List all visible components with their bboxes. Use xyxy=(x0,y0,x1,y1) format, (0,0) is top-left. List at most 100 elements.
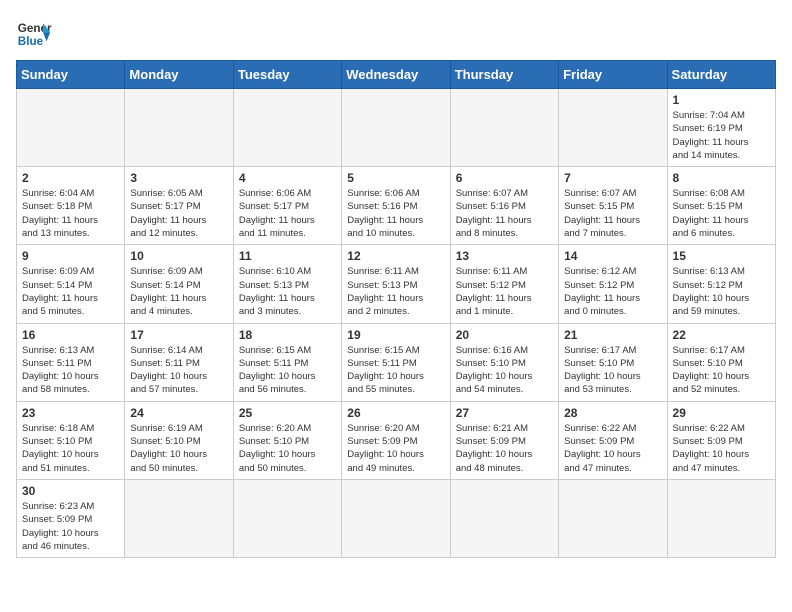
day-number: 8 xyxy=(673,171,770,185)
calendar-cell: 2 Sunrise: 6:04 AM Sunset: 5:18 PM Daylig… xyxy=(17,167,125,245)
week-row-3: 9 Sunrise: 6:09 AM Sunset: 5:14 PM Daylig… xyxy=(17,245,776,323)
calendar-cell xyxy=(342,479,450,557)
day-number: 20 xyxy=(456,328,553,342)
calendar-cell xyxy=(559,479,667,557)
day-header-tuesday: Tuesday xyxy=(233,61,341,89)
calendar-cell: 25Sunrise: 6:20 AM Sunset: 5:10 PM Dayli… xyxy=(233,401,341,479)
calendar-cell: 5Sunrise: 6:06 AM Sunset: 5:16 PM Daylig… xyxy=(342,167,450,245)
day-info: Sunrise: 6:19 AM Sunset: 5:10 PM Dayligh… xyxy=(130,422,227,475)
day-info: Sunrise: 6:13 AM Sunset: 5:12 PM Dayligh… xyxy=(673,265,770,318)
day-number: 15 xyxy=(673,249,770,263)
day-info: Sunrise: 6:09 AM Sunset: 5:14 PM Dayligh… xyxy=(22,265,119,318)
calendar-cell xyxy=(125,479,233,557)
day-header-saturday: Saturday xyxy=(667,61,775,89)
day-info: Sunrise: 6:07 AM Sunset: 5:16 PM Dayligh… xyxy=(456,187,553,240)
day-info: Sunrise: 6:11 AM Sunset: 5:12 PM Dayligh… xyxy=(456,265,553,318)
day-info: Sunrise: 6:11 AM Sunset: 5:13 PM Dayligh… xyxy=(347,265,444,318)
day-header-friday: Friday xyxy=(559,61,667,89)
day-number: 1 xyxy=(673,93,770,107)
day-number: 6 xyxy=(456,171,553,185)
day-number: 17 xyxy=(130,328,227,342)
day-number: 14 xyxy=(564,249,661,263)
calendar-cell: 23Sunrise: 6:18 AM Sunset: 5:10 PM Dayli… xyxy=(17,401,125,479)
calendar-cell: 22 Sunrise: 6:17 AM Sunset: 5:10 PM Dayli… xyxy=(667,323,775,401)
day-headers-row: SundayMondayTuesdayWednesdayThursdayFrid… xyxy=(17,61,776,89)
day-number: 30 xyxy=(22,484,119,498)
day-info: Sunrise: 6:22 AM Sunset: 5:09 PM Dayligh… xyxy=(564,422,661,475)
calendar-cell: 20 Sunrise: 6:16 AM Sunset: 5:10 PM Dayli… xyxy=(450,323,558,401)
calendar-table: SundayMondayTuesdayWednesdayThursdayFrid… xyxy=(16,60,776,558)
page-header: General Blue xyxy=(16,16,776,52)
week-row-2: 2 Sunrise: 6:04 AM Sunset: 5:18 PM Daylig… xyxy=(17,167,776,245)
day-info: Sunrise: 6:04 AM Sunset: 5:18 PM Dayligh… xyxy=(22,187,119,240)
day-info: Sunrise: 6:15 AM Sunset: 5:11 PM Dayligh… xyxy=(347,344,444,397)
day-header-thursday: Thursday xyxy=(450,61,558,89)
day-number: 18 xyxy=(239,328,336,342)
day-info: Sunrise: 6:15 AM Sunset: 5:11 PM Dayligh… xyxy=(239,344,336,397)
calendar-cell: 14 Sunrise: 6:12 AM Sunset: 5:12 PM Dayli… xyxy=(559,245,667,323)
day-header-wednesday: Wednesday xyxy=(342,61,450,89)
day-info: Sunrise: 6:08 AM Sunset: 5:15 PM Dayligh… xyxy=(673,187,770,240)
day-number: 2 xyxy=(22,171,119,185)
calendar-cell: 17 Sunrise: 6:14 AM Sunset: 5:11 PM Dayli… xyxy=(125,323,233,401)
calendar-cell xyxy=(667,479,775,557)
calendar-cell xyxy=(450,89,558,167)
day-header-sunday: Sunday xyxy=(17,61,125,89)
day-number: 29 xyxy=(673,406,770,420)
day-info: Sunrise: 6:14 AM Sunset: 5:11 PM Dayligh… xyxy=(130,344,227,397)
day-info: Sunrise: 6:10 AM Sunset: 5:13 PM Dayligh… xyxy=(239,265,336,318)
calendar-cell xyxy=(233,479,341,557)
calendar-cell: 21 Sunrise: 6:17 AM Sunset: 5:10 PM Dayli… xyxy=(559,323,667,401)
calendar-cell: 10 Sunrise: 6:09 AM Sunset: 5:14 PM Dayli… xyxy=(125,245,233,323)
calendar-cell xyxy=(233,89,341,167)
calendar-cell xyxy=(125,89,233,167)
day-info: Sunrise: 6:09 AM Sunset: 5:14 PM Dayligh… xyxy=(130,265,227,318)
day-info: Sunrise: 6:22 AM Sunset: 5:09 PM Dayligh… xyxy=(673,422,770,475)
day-number: 19 xyxy=(347,328,444,342)
calendar-cell: 4Sunrise: 6:06 AM Sunset: 5:17 PM Daylig… xyxy=(233,167,341,245)
calendar-cell: 15 Sunrise: 6:13 AM Sunset: 5:12 PM Dayli… xyxy=(667,245,775,323)
day-info: Sunrise: 6:23 AM Sunset: 5:09 PM Dayligh… xyxy=(22,500,119,553)
day-number: 25 xyxy=(239,406,336,420)
day-number: 3 xyxy=(130,171,227,185)
calendar-cell: 8 Sunrise: 6:08 AM Sunset: 5:15 PM Daylig… xyxy=(667,167,775,245)
day-number: 4 xyxy=(239,171,336,185)
day-info: Sunrise: 6:13 AM Sunset: 5:11 PM Dayligh… xyxy=(22,344,119,397)
day-info: Sunrise: 6:17 AM Sunset: 5:10 PM Dayligh… xyxy=(673,344,770,397)
day-info: Sunrise: 6:18 AM Sunset: 5:10 PM Dayligh… xyxy=(22,422,119,475)
day-number: 28 xyxy=(564,406,661,420)
week-row-1: 1 Sunrise: 7:04 AM Sunset: 6:19 PM Daylig… xyxy=(17,89,776,167)
day-number: 16 xyxy=(22,328,119,342)
day-number: 10 xyxy=(130,249,227,263)
calendar-cell: 16 Sunrise: 6:13 AM Sunset: 5:11 PM Dayli… xyxy=(17,323,125,401)
day-info: Sunrise: 6:12 AM Sunset: 5:12 PM Dayligh… xyxy=(564,265,661,318)
day-header-monday: Monday xyxy=(125,61,233,89)
day-number: 26 xyxy=(347,406,444,420)
calendar-cell: 28 Sunrise: 6:22 AM Sunset: 5:09 PM Dayli… xyxy=(559,401,667,479)
calendar-cell: 19 Sunrise: 6:15 AM Sunset: 5:11 PM Dayli… xyxy=(342,323,450,401)
calendar-cell: 30 Sunrise: 6:23 AM Sunset: 5:09 PM Dayli… xyxy=(17,479,125,557)
calendar-cell: 13 Sunrise: 6:11 AM Sunset: 5:12 PM Dayli… xyxy=(450,245,558,323)
calendar-cell xyxy=(342,89,450,167)
day-info: Sunrise: 6:16 AM Sunset: 5:10 PM Dayligh… xyxy=(456,344,553,397)
day-number: 9 xyxy=(22,249,119,263)
calendar-cell xyxy=(450,479,558,557)
day-number: 24 xyxy=(130,406,227,420)
day-number: 21 xyxy=(564,328,661,342)
day-info: Sunrise: 7:04 AM Sunset: 6:19 PM Dayligh… xyxy=(673,109,770,162)
calendar-cell: 29 Sunrise: 6:22 AM Sunset: 5:09 PM Dayli… xyxy=(667,401,775,479)
calendar-cell: 27Sunrise: 6:21 AM Sunset: 5:09 PM Dayli… xyxy=(450,401,558,479)
day-number: 12 xyxy=(347,249,444,263)
calendar-cell: 12 Sunrise: 6:11 AM Sunset: 5:13 PM Dayli… xyxy=(342,245,450,323)
calendar-cell xyxy=(559,89,667,167)
day-info: Sunrise: 6:17 AM Sunset: 5:10 PM Dayligh… xyxy=(564,344,661,397)
calendar-cell: 7Sunrise: 6:07 AM Sunset: 5:15 PM Daylig… xyxy=(559,167,667,245)
logo-icon: General Blue xyxy=(16,16,52,52)
week-row-4: 16 Sunrise: 6:13 AM Sunset: 5:11 PM Dayli… xyxy=(17,323,776,401)
day-number: 13 xyxy=(456,249,553,263)
logo: General Blue xyxy=(16,16,52,52)
day-info: Sunrise: 6:06 AM Sunset: 5:16 PM Dayligh… xyxy=(347,187,444,240)
week-row-5: 23Sunrise: 6:18 AM Sunset: 5:10 PM Dayli… xyxy=(17,401,776,479)
day-number: 22 xyxy=(673,328,770,342)
day-info: Sunrise: 6:20 AM Sunset: 5:09 PM Dayligh… xyxy=(347,422,444,475)
